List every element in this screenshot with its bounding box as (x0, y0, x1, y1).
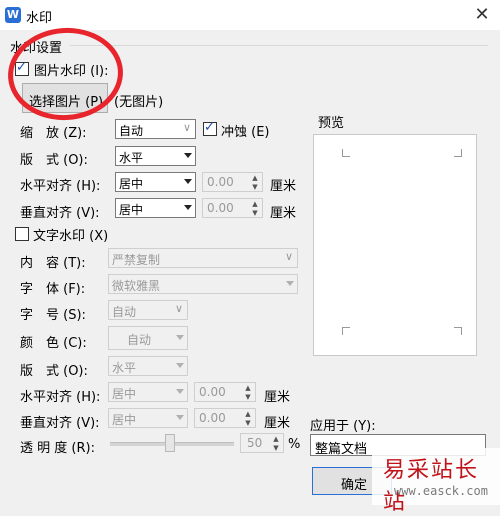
wps-app-icon: W (5, 7, 21, 23)
site-watermark-url: www.easck.com (394, 484, 488, 498)
apply-to-value: 整篇文档 (315, 442, 368, 457)
scale-value: 自动 (119, 124, 144, 138)
image-watermark-label: 图片水印 (I): (34, 64, 109, 79)
size-combo[interactable]: 自动 ∨ (108, 300, 188, 320)
margin-mark (454, 327, 462, 335)
dropdown-arrow-icon (176, 389, 184, 394)
text-h-unit: 厘米 (264, 390, 291, 405)
image-layout-combo[interactable]: 水平 (115, 146, 196, 166)
image-watermark-checkbox[interactable] (15, 60, 29, 76)
spin-down-icon[interactable]: ▼ (250, 209, 260, 217)
text-v-align-value: 居中 (112, 413, 137, 427)
text-h-align-label: 水平对齐 (H): (20, 390, 101, 405)
dropdown-arrow-icon (176, 363, 184, 368)
margin-mark (454, 149, 462, 157)
color-label: 颜 色 (C): (20, 336, 87, 351)
text-v-offset-spinner[interactable]: 0.00 ▲ ▼ (194, 408, 256, 428)
margin-mark (342, 327, 350, 335)
dropdown-arrow-icon (176, 335, 184, 340)
chevron-down-icon: ∨ (182, 121, 191, 134)
text-layout-combo[interactable]: 水平 (108, 356, 188, 376)
spin-down-icon[interactable]: ▼ (243, 393, 253, 401)
image-v-align-label: 垂直对齐 (V): (20, 206, 100, 221)
watermark-settings-label: 水印设置 (10, 41, 63, 56)
color-combo[interactable]: 自动 (108, 326, 188, 350)
image-layout-label: 版 式 (O): (20, 153, 88, 168)
spin-down-icon[interactable]: ▼ (243, 419, 253, 427)
content-combo[interactable]: 严禁复制 ∨ (108, 248, 298, 268)
transparency-unit: % (288, 437, 301, 452)
select-image-button-label: 选择图片 (P) (29, 95, 104, 110)
image-h-offset-spinner[interactable]: 0.00 ▲ ▼ (202, 172, 263, 192)
dropdown-arrow-icon (176, 415, 184, 420)
text-v-unit: 厘米 (264, 416, 291, 431)
text-layout-value: 水平 (112, 361, 137, 375)
spin-down-icon[interactable]: ▼ (250, 183, 260, 191)
content-value: 严禁复制 (112, 253, 161, 267)
text-v-offset-value: 0.00 (199, 411, 226, 425)
title-bar (0, 0, 500, 30)
no-image-text: (无图片) (114, 95, 164, 110)
text-v-align-combo[interactable]: 居中 (108, 408, 188, 428)
scale-combo[interactable]: 自动 ∨ (115, 119, 196, 139)
scale-label: 缩 放 (Z): (20, 126, 87, 141)
spin-up-icon[interactable]: ▲ (250, 200, 260, 208)
image-h-align-combo[interactable]: 居中 (115, 172, 196, 192)
washout-label: 冲蚀 (E) (221, 125, 270, 140)
font-label: 字 体 (F): (20, 282, 86, 297)
image-v-unit: 厘米 (270, 206, 297, 221)
image-v-align-value: 居中 (119, 203, 144, 217)
dropdown-arrow-icon (184, 205, 192, 210)
image-v-align-combo[interactable]: 居中 (115, 198, 196, 218)
apply-to-label: 应用于 (Y): (310, 419, 376, 434)
spin-down-icon[interactable]: ▼ (271, 444, 281, 452)
size-value: 自动 (112, 305, 137, 319)
text-h-align-value: 居中 (112, 387, 137, 401)
transparency-spinner[interactable]: 50 ▲ ▼ (240, 433, 284, 453)
window-title: 水印 (26, 11, 53, 26)
transparency-slider-thumb[interactable] (165, 434, 175, 452)
spin-up-icon[interactable]: ▲ (250, 174, 260, 182)
text-watermark-label: 文字水印 (X) (33, 229, 109, 244)
color-value: 自动 (127, 333, 152, 347)
image-h-align-label: 水平对齐 (H): (20, 179, 101, 194)
close-icon[interactable]: ✕ (470, 4, 494, 26)
dropdown-arrow-icon (286, 281, 294, 286)
text-h-offset-spinner[interactable]: 0.00 ▲ ▼ (194, 382, 256, 402)
image-h-align-value: 居中 (119, 177, 144, 191)
preview-label: 预览 (318, 116, 345, 131)
spin-up-icon[interactable]: ▲ (271, 435, 281, 443)
image-v-offset-spinner[interactable]: 0.00 ▲ ▼ (202, 198, 263, 218)
text-watermark-checkbox[interactable] (15, 227, 29, 241)
margin-mark (342, 149, 350, 157)
spin-up-icon[interactable]: ▲ (243, 384, 253, 392)
washout-checkbox[interactable] (203, 120, 217, 136)
chevron-down-icon: ∨ (174, 302, 183, 315)
font-value: 微软雅黑 (112, 279, 161, 293)
select-image-button[interactable]: 选择图片 (P) (22, 83, 108, 113)
group-divider (70, 45, 488, 46)
dropdown-arrow-icon (184, 179, 192, 184)
font-combo[interactable]: 微软雅黑 (108, 274, 298, 294)
image-v-offset-value: 0.00 (207, 201, 234, 215)
chevron-down-icon: ∨ (284, 250, 293, 263)
preview-pane (313, 134, 477, 356)
spin-up-icon[interactable]: ▲ (243, 410, 253, 418)
confirm-button-label: 确定 (341, 478, 368, 493)
text-h-align-combo[interactable]: 居中 (108, 382, 188, 402)
transparency-label: 透 明 度 (R): (20, 441, 95, 456)
image-h-offset-value: 0.00 (207, 175, 234, 189)
text-v-align-label: 垂直对齐 (V): (20, 416, 100, 431)
size-label: 字 号 (S): (20, 308, 86, 323)
transparency-value: 50 (247, 436, 263, 450)
dropdown-arrow-icon (184, 153, 192, 158)
text-h-offset-value: 0.00 (199, 385, 226, 399)
text-layout-label: 版 式 (O): (20, 364, 88, 379)
content-label: 内 容 (T): (20, 256, 86, 271)
image-layout-value: 水平 (119, 151, 144, 165)
image-h-unit: 厘米 (270, 179, 297, 194)
